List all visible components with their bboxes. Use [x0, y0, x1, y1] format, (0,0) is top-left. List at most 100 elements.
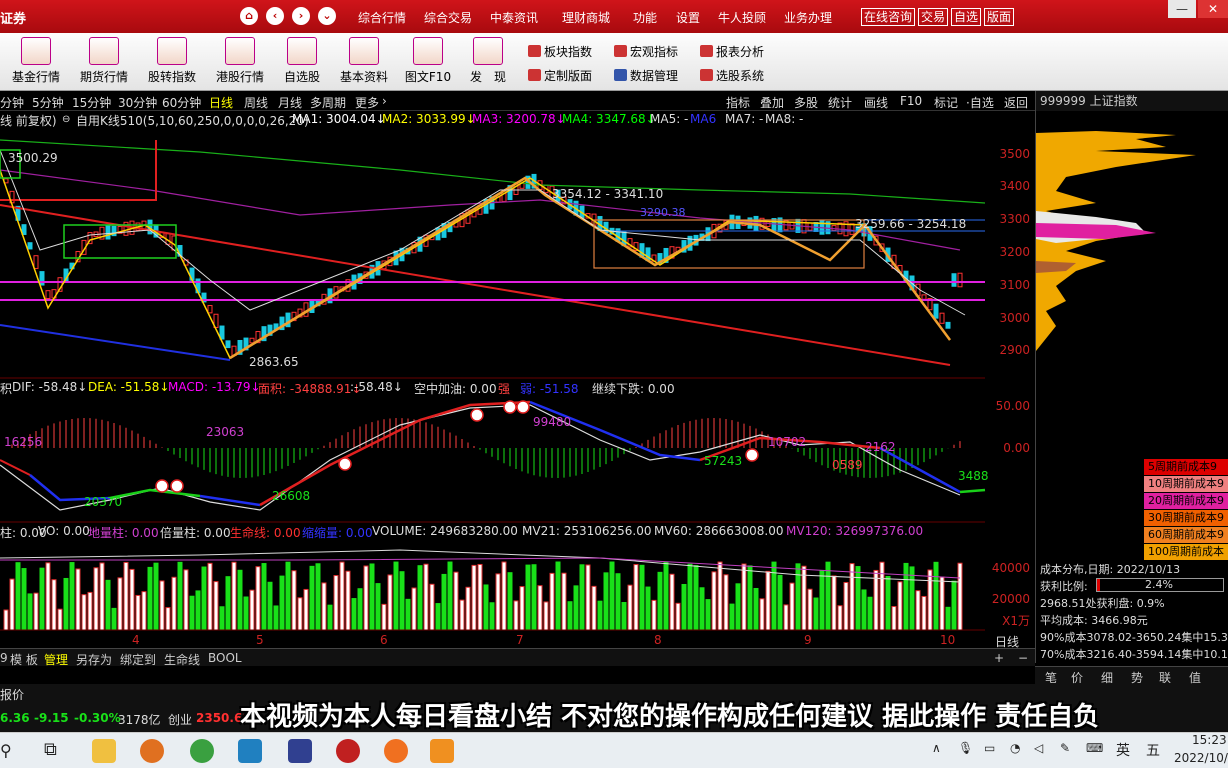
bank-icon[interactable]: [336, 739, 360, 763]
watchlist-stock-button[interactable]: 自选股: [268, 37, 336, 85]
period-weekly[interactable]: 周线: [244, 94, 268, 111]
home-icon[interactable]: ⌂: [240, 7, 258, 25]
mark-button[interactable]: 标记: [934, 94, 958, 111]
clock-date[interactable]: 2022/10/: [1174, 751, 1228, 765]
pen-icon[interactable]: ✎: [1060, 741, 1070, 755]
browser-icon[interactable]: [190, 739, 214, 763]
volume-bar: [375, 583, 381, 631]
period-1min[interactable]: 分钟: [0, 94, 24, 111]
key-icon: [349, 37, 379, 65]
period-daily[interactable]: 日线: [209, 94, 233, 111]
file-explorer-icon[interactable]: [92, 739, 116, 763]
video-icon[interactable]: [384, 739, 408, 763]
discover-button[interactable]: 发 现: [454, 37, 522, 85]
volume-icon[interactable]: ◁: [1034, 741, 1043, 755]
period-15min[interactable]: 15分钟: [72, 94, 111, 111]
data-management-button[interactable]: 数据管理: [614, 67, 678, 84]
overlay-button[interactable]: 叠加: [760, 94, 784, 111]
report-analysis-button[interactable]: 报表分析: [700, 43, 764, 60]
volume-bar: [603, 572, 609, 631]
wifi-icon[interactable]: ◔: [1010, 741, 1020, 755]
period-60min[interactable]: 60分钟: [162, 94, 201, 111]
f10-tab-button[interactable]: F10: [900, 94, 922, 108]
trade-button[interactable]: 交易: [918, 8, 949, 26]
fund-quotes-button[interactable]: 基金行情: [2, 37, 70, 85]
zoom-out-icon[interactable]: −: [1018, 651, 1028, 665]
indicator-button[interactable]: 指标: [726, 94, 750, 111]
volume-bar: [951, 580, 957, 631]
tab-9[interactable]: 9: [0, 651, 8, 665]
period-monthly[interactable]: 月线: [278, 94, 302, 111]
volume-bar: [297, 597, 303, 631]
mic-icon[interactable]: 🎙: [958, 741, 973, 755]
layout-button[interactable]: 版面: [984, 8, 1015, 26]
menu-zonghe-jiaoyi[interactable]: 综合交易: [424, 9, 472, 26]
app-icon[interactable]: [140, 739, 164, 763]
tab-manage[interactable]: 管理: [44, 651, 68, 668]
search-icon[interactable]: ⚲: [0, 741, 12, 760]
volume-bar: [261, 563, 267, 631]
dropdown-icon[interactable]: ⌄: [318, 7, 336, 25]
clock-time[interactable]: 15:23: [1192, 733, 1227, 747]
macro-indicator-button[interactable]: 宏观指标: [614, 43, 678, 60]
volume-bar: [657, 571, 663, 631]
menu-shezhi[interactable]: 设置: [676, 9, 700, 26]
keyboard-icon[interactable]: ⌨: [1086, 741, 1103, 755]
candle: [39, 271, 45, 286]
minimize-button[interactable]: —: [1168, 0, 1196, 18]
online-consult-button[interactable]: 在线咨询: [861, 8, 916, 26]
tab-save-as[interactable]: 另存为: [76, 651, 112, 668]
menu-niuren-tougu[interactable]: 牛人投顾: [718, 9, 766, 26]
menu-gongneng[interactable]: 功能: [633, 9, 657, 26]
zoom-in-icon[interactable]: +: [994, 651, 1004, 665]
forward-icon[interactable]: ›: [292, 7, 310, 25]
basic-info-button[interactable]: 基本资料: [330, 37, 398, 85]
draw-line-button[interactable]: 画线: [864, 94, 888, 111]
ma4-value: MA4: 3347.68↓: [562, 112, 656, 126]
chevron-up-icon[interactable]: ∧: [932, 741, 941, 755]
sector-index-button[interactable]: 板块指数: [528, 43, 592, 60]
stock-screener-button[interactable]: 选股系统: [700, 67, 764, 84]
statistics-button[interactable]: 统计: [828, 94, 852, 111]
menu-zonghe-hangqing[interactable]: 综合行情: [358, 9, 406, 26]
close-button[interactable]: ✕: [1198, 0, 1228, 18]
cost-10: 10周期前成本9: [1144, 476, 1228, 492]
volume-bar: [207, 562, 213, 631]
tab-bind[interactable]: 绑定到: [120, 651, 156, 668]
menu-zhongtai-zixun[interactable]: 中泰资讯: [490, 9, 538, 26]
futures-quotes-button[interactable]: 期货行情: [70, 37, 138, 85]
brush-icon[interactable]: [288, 739, 312, 763]
dea-value: DEA: -51.58↓: [88, 380, 170, 394]
report-label[interactable]: 报价: [0, 686, 24, 703]
menu-yewu-banli[interactable]: 业务办理: [784, 9, 832, 26]
tab-bool[interactable]: BOOL: [208, 651, 242, 665]
self-select-button[interactable]: ·自选: [966, 94, 994, 111]
ime-indicator[interactable]: 英: [1116, 740, 1130, 760]
task-view-icon[interactable]: ⧉: [44, 739, 57, 760]
period-more[interactable]: 更多: [355, 94, 379, 111]
custom-layout-button[interactable]: 定制版面: [528, 67, 592, 84]
tab-lifeline[interactable]: 生命线: [164, 651, 200, 668]
back-icon[interactable]: ‹: [266, 7, 284, 25]
watchlist-button[interactable]: 自选: [951, 8, 982, 26]
app-logo: 证券: [0, 12, 27, 27]
ime-mode[interactable]: 五: [1146, 740, 1160, 760]
f10-button[interactable]: 图文F10: [394, 37, 462, 85]
volume-bar: [111, 607, 117, 631]
trading-app-icon[interactable]: [430, 739, 454, 763]
menu-licai-shangcheng[interactable]: 理财商城: [562, 9, 610, 26]
period-5min[interactable]: 5分钟: [32, 94, 64, 111]
collapse-icon[interactable]: ⊖: [62, 114, 70, 125]
date-tick: 5: [256, 633, 264, 647]
return-button[interactable]: 返回: [1004, 94, 1028, 111]
period-30min[interactable]: 30分钟: [118, 94, 157, 111]
multi-stock-button[interactable]: 多股: [794, 94, 818, 111]
tab-template[interactable]: 模 板: [10, 651, 38, 668]
macd-tick: 50.00: [995, 399, 1030, 413]
period-multi[interactable]: 多周期: [310, 94, 346, 111]
neeq-index-button[interactable]: 股转指数: [138, 37, 206, 85]
kline-formula-label[interactable]: 自用K线510(5,10,60,250,0,0,0,0,26,20): [76, 112, 309, 129]
remote-desktop-icon[interactable]: [238, 739, 262, 763]
hk-quotes-button[interactable]: 港股行情: [206, 37, 274, 85]
volume-bar: [231, 561, 237, 631]
